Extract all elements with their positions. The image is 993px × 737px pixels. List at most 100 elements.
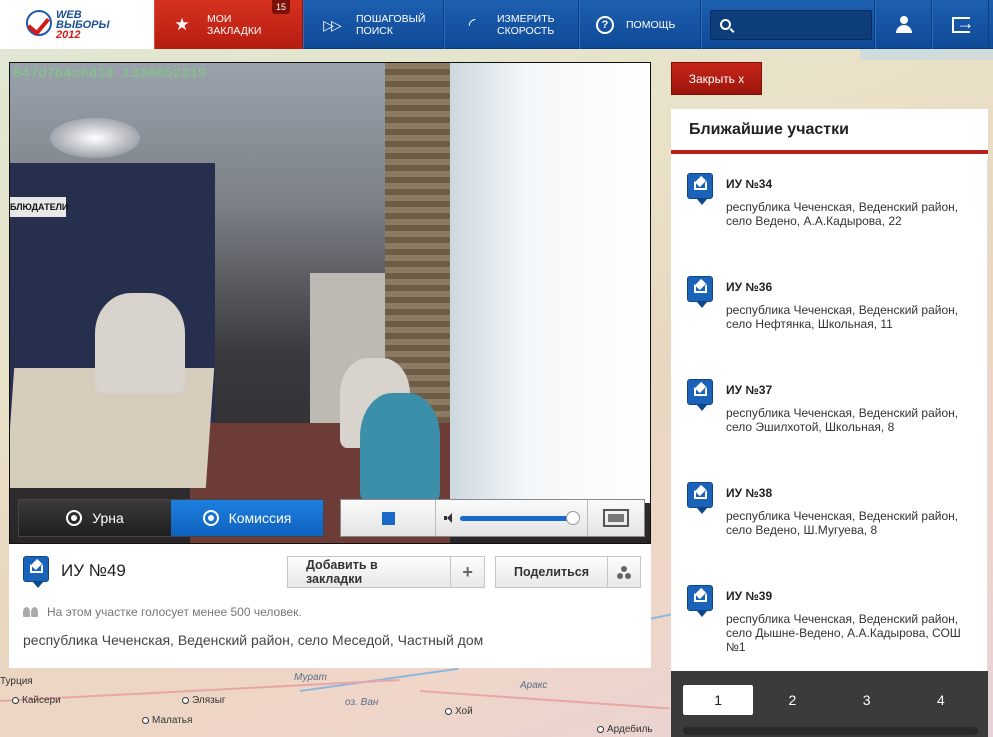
logo-text-year: 2012 [56, 28, 81, 41]
station-title: ИУ №49 [61, 561, 126, 580]
station-name[interactable]: ИУ №37 [726, 383, 772, 397]
stop-icon [381, 511, 395, 525]
star-icon: ★ [174, 14, 190, 34]
ballot-pin-icon [687, 379, 713, 411]
search-input[interactable] [737, 17, 867, 32]
site-logo[interactable]: WEB ВЫБОРЫ 2012 [0, 0, 154, 49]
list-item[interactable]: ИУ №39 республика Чеченская, Веденский р… [671, 571, 987, 671]
map-city-kayseri: Кайсери [12, 695, 61, 706]
volume-slider[interactable] [460, 510, 581, 525]
nav-bookmarks-label-2: ЗАКЛАДКИ [207, 24, 262, 37]
polling-station-panel: БЛЮДАТЕЛИ 047d7b4c6d18 1330852319 Урна К… [9, 62, 651, 668]
list-item[interactable]: ИУ №34 республика Чеченская, Веденский р… [671, 159, 987, 262]
pagination-scrollbar[interactable] [683, 727, 978, 735]
map-city-khoy: Хой [445, 706, 473, 717]
page-2[interactable]: 2 [757, 685, 827, 715]
user-icon [895, 15, 913, 34]
share-label: Поделиться [496, 557, 609, 587]
people-icon [23, 607, 39, 617]
map-label-murat: Мурат [294, 672, 327, 683]
camera-switcher: Урна Комиссия [18, 499, 324, 537]
nav-bookmarks-label-1: МОИ [207, 12, 232, 25]
station-info: ИУ №49 Добавить в закладки + Поделиться … [9, 544, 651, 668]
station-address: республика Чеченская, Веденский район, с… [23, 632, 484, 648]
station-address: республика Чеченская, Веденский район, с… [726, 612, 961, 654]
nav-speed-label-2: СКОРОСТЬ [497, 24, 555, 37]
nearby-stations-list[interactable]: ИУ №34 республика Чеченская, Веденский р… [671, 159, 988, 671]
speedometer-icon: ◜ [468, 14, 476, 34]
station-address: республика Чеченская, Веденский район, с… [726, 509, 959, 537]
page-3[interactable]: 3 [832, 685, 902, 715]
list-item[interactable]: ИУ №38 республика Чеченская, Веденский р… [671, 468, 987, 571]
search-icon[interactable] [720, 19, 731, 30]
station-name[interactable]: ИУ №38 [726, 486, 772, 500]
profile-button[interactable] [875, 0, 932, 49]
volume-slider-fill [460, 515, 574, 521]
logout-button[interactable] [932, 0, 989, 49]
logo-text-web: WEB [56, 8, 82, 21]
voters-note-text: На этом участке голосует менее 500 челов… [47, 605, 302, 619]
top-navigation-bar: WEB ВЫБОРЫ 2012 ★ МОИ ЗАКЛАДКИ 15 ▷▷ ПОША… [0, 0, 993, 49]
map-label-lake-van: оз. Ван [345, 697, 379, 708]
fullscreen-button[interactable] [588, 500, 644, 536]
nearby-stations-title: Ближайшие участки [671, 109, 988, 154]
map-city-ardabil: Ардебиль [597, 724, 653, 735]
map-label-araks: Аракс [520, 680, 548, 691]
nav-my-bookmarks[interactable]: ★ МОИ ЗАКЛАДКИ 15 [154, 0, 303, 49]
question-icon: ? [596, 15, 614, 34]
ballot-pin-icon [687, 585, 713, 617]
page-1[interactable]: 1 [683, 685, 754, 715]
camera-tab-commission-label: Комиссия [228, 510, 292, 526]
station-address: республика Чеченская, Веденский район, с… [726, 303, 959, 331]
observers-sign: БЛЮДАТЕЛИ [10, 197, 68, 217]
nav-speed-label-1: ИЗМЕРИТЬ [497, 12, 555, 25]
voters-note: На этом участке голосует менее 500 челов… [23, 605, 302, 619]
pagination: 1 2 3 4 [671, 671, 988, 737]
logo-check-icon [26, 10, 52, 36]
volume-slider-knob[interactable] [566, 510, 581, 525]
video-controls: Урна Комиссия [18, 499, 645, 537]
camera-tab-commission[interactable]: Комиссия [171, 500, 323, 536]
share-icon [617, 565, 632, 579]
nav-help[interactable]: ? ПОМОЩЬ [579, 0, 701, 49]
nav-step-search-label-2: ПОИСК [356, 24, 393, 37]
nav-step-search-label-1: ПОШАГОВЫЙ [356, 12, 426, 25]
add-bookmark-button[interactable]: Добавить в закладки + [287, 556, 485, 588]
logout-icon [951, 13, 975, 34]
camera-tab-urn[interactable]: Урна [19, 500, 171, 536]
bookmarks-count-badge: 15 [271, 0, 290, 14]
ballot-pin-icon [23, 556, 49, 588]
list-item[interactable]: ИУ №36 республика Чеченская, Веденский р… [671, 262, 987, 365]
player-controls [340, 499, 645, 537]
map-label-turkey: Турция [0, 676, 33, 687]
add-bookmark-label: Добавить в закладки [288, 557, 452, 587]
video-stream[interactable]: БЛЮДАТЕЛИ 047d7b4c6d18 1330852319 Урна К… [9, 62, 651, 544]
station-address: республика Чеченская, Веденский район, с… [726, 406, 959, 434]
search-box [710, 9, 872, 40]
close-button[interactable]: Закрыть x [671, 62, 762, 95]
station-name[interactable]: ИУ №39 [726, 589, 772, 603]
step-arrows-icon: ▷▷ [323, 16, 342, 33]
nav-help-label: ПОМОЩЬ [626, 18, 676, 31]
webcam-icon [202, 510, 219, 526]
webcam-icon [66, 510, 83, 526]
list-item[interactable]: ИУ №37 республика Чеченская, Веденский р… [671, 365, 987, 468]
map-city-elazig: Элязыг [182, 695, 226, 706]
fullscreen-icon [603, 509, 629, 527]
ballot-pin-icon [687, 173, 713, 205]
station-address: республика Чеченская, Веденский район, с… [726, 200, 959, 228]
plus-icon: + [462, 561, 473, 582]
speaker-icon[interactable] [444, 513, 454, 523]
station-name[interactable]: ИУ №34 [726, 177, 772, 191]
page-4[interactable]: 4 [906, 685, 976, 715]
stop-button[interactable] [341, 500, 436, 536]
station-name[interactable]: ИУ №36 [726, 280, 772, 294]
camera-tab-urn-label: Урна [92, 510, 124, 526]
logo-text-elections: ВЫБОРЫ [56, 18, 110, 31]
share-button[interactable]: Поделиться [495, 556, 641, 588]
volume-control [436, 500, 588, 536]
nav-step-search[interactable]: ▷▷ ПОШАГОВЫЙ ПОИСК [303, 0, 444, 49]
camera-id-overlay: 047d7b4c6d18 1330852319 [13, 66, 207, 82]
nav-measure-speed[interactable]: ◜ ИЗМЕРИТЬ СКОРОСТЬ [444, 0, 579, 49]
ballot-pin-icon [687, 276, 713, 308]
